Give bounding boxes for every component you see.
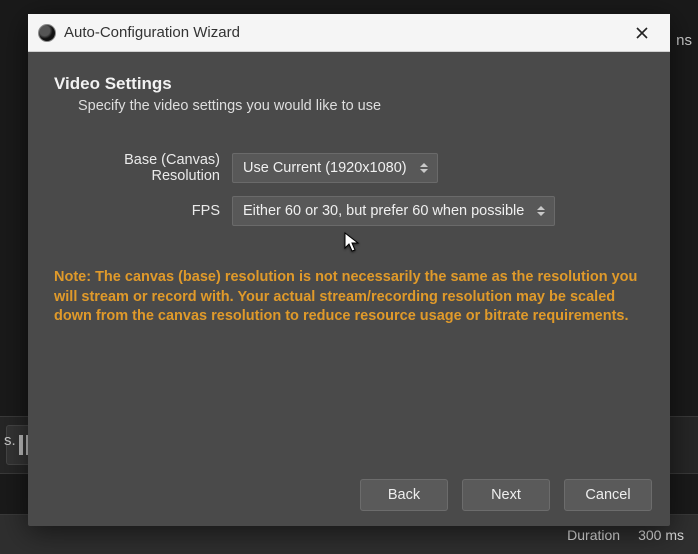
stepper-icon: [532, 200, 550, 222]
auto-config-wizard-dialog: Auto-Configuration Wizard Video Settings…: [28, 14, 670, 526]
fps-row: FPS Either 60 or 30, but prefer 60 when …: [54, 196, 644, 226]
resolution-label: Base (Canvas) Resolution: [54, 152, 220, 184]
back-button[interactable]: Back: [360, 479, 448, 511]
mouse-cursor-icon: [344, 232, 362, 254]
cancel-button[interactable]: Cancel: [564, 479, 652, 511]
status-duration-value: 300 ms: [638, 527, 684, 543]
bg-truncated-text: s.: [4, 432, 16, 449]
page-subtitle: Specify the video settings you would lik…: [78, 98, 644, 114]
back-button-label: Back: [388, 487, 420, 503]
resolution-select[interactable]: Use Current (1920x1080): [232, 153, 438, 183]
obs-logo-icon: [38, 24, 56, 42]
close-button[interactable]: [622, 18, 662, 48]
stepper-icon: [415, 157, 433, 179]
close-icon: [635, 26, 649, 40]
next-button[interactable]: Next: [462, 479, 550, 511]
dialog-title: Auto-Configuration Wizard: [64, 24, 240, 41]
resolution-select-value: Use Current (1920x1080): [243, 160, 407, 176]
cancel-button-label: Cancel: [585, 487, 630, 503]
dialog-footer: Back Next Cancel: [28, 464, 670, 526]
fps-select[interactable]: Either 60 or 30, but prefer 60 when poss…: [232, 196, 555, 226]
next-button-label: Next: [491, 487, 521, 503]
dialog-titlebar: Auto-Configuration Wizard: [28, 14, 670, 52]
resolution-row: Base (Canvas) Resolution Use Current (19…: [54, 152, 644, 184]
fps-select-value: Either 60 or 30, but prefer 60 when poss…: [243, 203, 524, 219]
dialog-content: Video Settings Specify the video setting…: [28, 52, 670, 464]
resolution-note: Note: The canvas (base) resolution is no…: [54, 268, 644, 327]
video-settings-form: Base (Canvas) Resolution Use Current (19…: [54, 152, 644, 226]
page-title: Video Settings: [54, 74, 644, 94]
status-duration-label: Duration: [567, 527, 620, 543]
bg-truncated-text: ns: [676, 32, 692, 49]
fps-label: FPS: [54, 203, 220, 219]
